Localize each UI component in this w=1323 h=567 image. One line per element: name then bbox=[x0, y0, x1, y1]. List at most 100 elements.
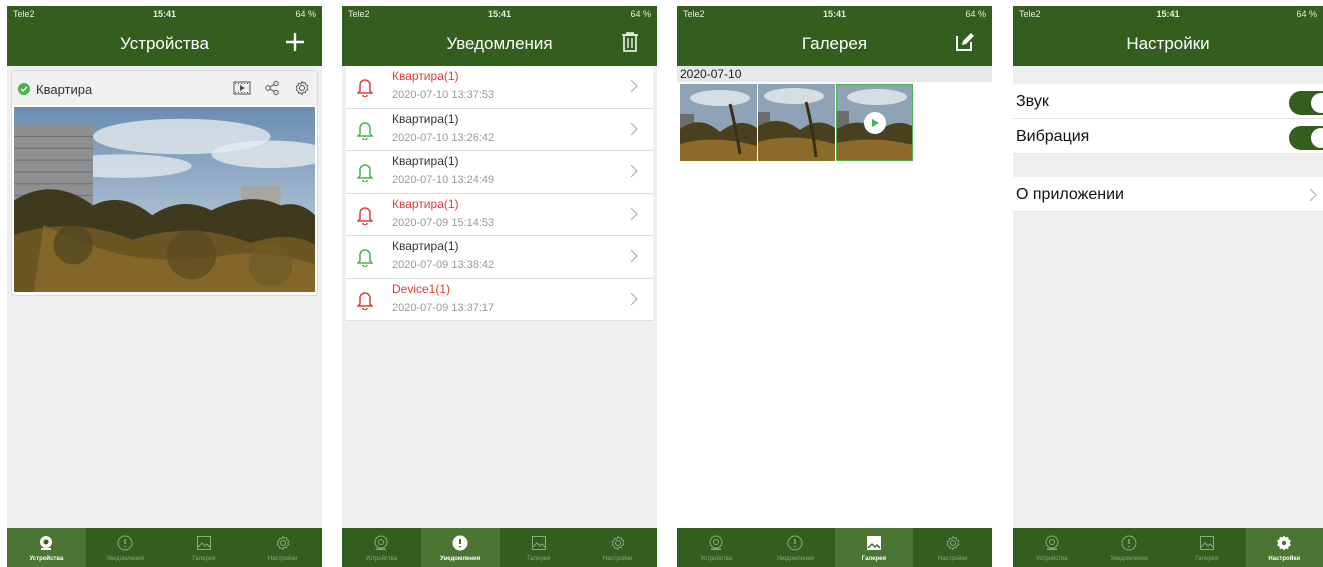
tab-label: Уведомления bbox=[776, 556, 814, 562]
tab-devices[interactable]: Устройства bbox=[342, 528, 421, 567]
bell-icon bbox=[357, 291, 373, 310]
chevron-right-icon bbox=[630, 79, 638, 93]
bell-icon bbox=[357, 206, 373, 225]
notification-item[interactable]: Квартира(1) 2020-07-10 13:37:53 bbox=[346, 66, 653, 109]
delete-all-button[interactable] bbox=[617, 29, 643, 55]
camera-preview-image[interactable] bbox=[14, 107, 315, 292]
notification-item[interactable]: Квартира(1) 2020-07-10 13:26:42 bbox=[346, 109, 653, 151]
tab-settings[interactable]: Настройки bbox=[1245, 528, 1323, 567]
sound-setting: Звук bbox=[1013, 84, 1323, 119]
toggle-knob bbox=[1311, 128, 1323, 148]
vibration-toggle[interactable] bbox=[1289, 126, 1323, 150]
tab-notifications[interactable]: Уведомления bbox=[420, 528, 500, 567]
devices-screen: Tele2 15:41 64 % Устройства Квартира Уст… bbox=[7, 6, 322, 567]
tab-label: Уведомления bbox=[440, 556, 481, 562]
tab-devices[interactable]: Устройства bbox=[677, 528, 756, 567]
chevron-right-icon bbox=[1309, 188, 1317, 202]
chevron-right-icon bbox=[630, 164, 638, 178]
add-device-button[interactable] bbox=[282, 29, 308, 55]
notification-time: 2020-07-10 13:24:49 bbox=[392, 174, 495, 186]
playback-icon[interactable] bbox=[233, 80, 251, 96]
camera-icon bbox=[1042, 533, 1062, 553]
tab-notifications[interactable]: Уведомления bbox=[756, 528, 835, 567]
header: Tele2 15:41 64 % Устройства bbox=[7, 6, 322, 66]
add-icon bbox=[286, 33, 304, 51]
notification-time: 2020-07-09 15:14:53 bbox=[392, 216, 495, 229]
toggle-knob bbox=[1311, 93, 1323, 113]
status-bar: Tele2 15:41 64 % bbox=[342, 8, 657, 22]
battery-level: 64 % bbox=[630, 9, 651, 19]
device-settings-icon[interactable] bbox=[293, 80, 311, 96]
bell-icon bbox=[357, 164, 373, 182]
gallery-screen: Tele2 15:41 64 % Галерея 2020-07-10 Устр… bbox=[677, 6, 992, 567]
tab-settings[interactable]: Настройки bbox=[913, 528, 992, 567]
status-bar: Tele2 15:41 64 % bbox=[1013, 8, 1323, 22]
notification-time: 2020-07-10 13:26:42 bbox=[392, 131, 495, 144]
tab-settings[interactable]: Настройки bbox=[578, 528, 657, 567]
gallery-thumbnail[interactable] bbox=[680, 84, 757, 161]
tab-gallery[interactable]: Галерея bbox=[834, 528, 914, 567]
share-icon[interactable] bbox=[263, 80, 281, 96]
tab-gallery[interactable]: Галерея bbox=[500, 528, 579, 567]
tab-settings[interactable]: Настройки bbox=[243, 528, 322, 567]
notification-title: Квартира(1) bbox=[392, 111, 459, 126]
sound-toggle[interactable] bbox=[1289, 91, 1323, 115]
camera-icon bbox=[36, 533, 56, 553]
bell-icon bbox=[357, 249, 373, 267]
gallery-date-header: 2020-07-10 bbox=[677, 66, 992, 82]
alert-icon bbox=[115, 533, 135, 553]
tab-label: Галерея bbox=[861, 556, 886, 562]
about-label: О приложении bbox=[1016, 186, 1124, 203]
device-card[interactable]: Квартира bbox=[11, 70, 318, 296]
gear-icon bbox=[943, 533, 963, 553]
play-icon[interactable] bbox=[864, 112, 886, 134]
status-bar: Tele2 15:41 64 % bbox=[7, 8, 322, 22]
gallery-video-thumbnail[interactable] bbox=[836, 84, 913, 161]
notification-time: 2020-07-10 13:37:53 bbox=[392, 89, 495, 101]
notification-title: Квартира(1) bbox=[392, 154, 459, 168]
tab-label: Галерея bbox=[527, 556, 551, 562]
tab-devices[interactable]: Устройства bbox=[7, 528, 86, 567]
device-header: Квартира bbox=[12, 71, 317, 105]
tab-gallery[interactable]: Галерея bbox=[1168, 528, 1246, 567]
battery-level: 64 % bbox=[295, 9, 316, 19]
gear-icon bbox=[1274, 533, 1294, 553]
about-group: О приложении bbox=[1013, 177, 1323, 212]
notification-title: Квартира(1) bbox=[392, 196, 459, 211]
edit-button[interactable] bbox=[952, 29, 978, 55]
notification-item[interactable]: Квартира(1) 2020-07-10 13:24:49 bbox=[346, 151, 653, 194]
sound-label: Звук bbox=[1016, 93, 1049, 110]
gear-icon bbox=[273, 533, 293, 553]
tab-gallery[interactable]: Галерея bbox=[165, 528, 244, 567]
tab-label: Галерея bbox=[1195, 556, 1219, 562]
tab-notifications[interactable]: Уведомления bbox=[86, 528, 165, 567]
header: Tele2 15:41 64 % Уведомления bbox=[342, 6, 657, 66]
clock: 15:41 bbox=[487, 9, 512, 19]
page-title: Уведомления bbox=[446, 34, 553, 53]
gear-icon bbox=[608, 533, 628, 553]
tab-devices[interactable]: Устройства bbox=[1013, 528, 1091, 567]
tab-bar: Устройства Уведомления Галерея Настройки bbox=[677, 528, 992, 567]
device-name: Квартира bbox=[36, 82, 93, 97]
notification-title: Квартира(1) bbox=[392, 239, 459, 253]
tab-label: Галерея bbox=[192, 556, 216, 562]
notification-list: Квартира(1) 2020-07-10 13:37:53 Квартира… bbox=[346, 66, 653, 321]
tab-bar: Устройства Уведомления Галерея Настройки bbox=[342, 528, 657, 567]
notification-item[interactable]: Квартира(1) 2020-07-09 13:38:42 bbox=[346, 236, 653, 279]
notification-title: Device1(1) bbox=[392, 281, 451, 296]
alert-icon bbox=[450, 533, 470, 553]
chevron-right-icon bbox=[630, 122, 638, 135]
header: Tele2 15:41 64 % Галерея bbox=[677, 6, 992, 66]
notification-time: 2020-07-09 13:38:42 bbox=[392, 259, 495, 271]
trash-icon bbox=[622, 32, 638, 52]
gallery-thumbnail[interactable] bbox=[758, 84, 835, 161]
about-row[interactable]: О приложении bbox=[1013, 177, 1323, 212]
clock: 15:41 bbox=[152, 9, 177, 19]
tab-notifications[interactable]: Уведомления bbox=[1091, 528, 1169, 567]
tab-label: Устройства bbox=[29, 556, 64, 562]
page-title: Настройки bbox=[1126, 34, 1210, 53]
online-status-icon bbox=[18, 83, 30, 95]
notification-item[interactable]: Квартира(1) 2020-07-09 15:14:53 bbox=[346, 194, 653, 236]
image-icon bbox=[1197, 533, 1217, 553]
notification-item[interactable]: Device1(1) 2020-07-09 13:37:17 bbox=[346, 279, 653, 321]
